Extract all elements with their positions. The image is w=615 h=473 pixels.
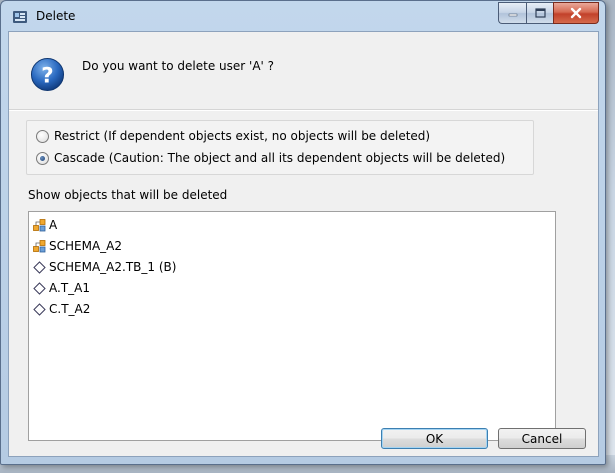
restrict-radio[interactable]: [36, 129, 49, 143]
cascade-label: Cascade (Caution: The object and all its…: [54, 151, 506, 165]
minimize-button[interactable]: [498, 2, 526, 24]
title-bar[interactable]: Delete: [1, 1, 605, 31]
object-label: SCHEMA_A2: [49, 239, 123, 253]
list-item[interactable]: A: [33, 216, 57, 234]
cascade-option[interactable]: Cascade (Caution: The object and all its…: [36, 151, 505, 165]
divider: [9, 109, 598, 111]
maximize-button[interactable]: [526, 2, 553, 24]
confirmation-question: Do you want to delete user 'A' ?: [82, 59, 275, 73]
cascade-radio[interactable]: [36, 151, 49, 165]
objects-list-label: Show objects that will be deleted: [28, 188, 228, 202]
object-label: SCHEMA_A2.TB_1 (B): [49, 260, 177, 274]
minimize-icon: [508, 13, 517, 17]
list-item[interactable]: SCHEMA_A2: [33, 237, 122, 255]
schema-icon: [33, 218, 46, 231]
app-icon: [13, 11, 27, 23]
object-label: A: [49, 218, 58, 232]
restrict-label: Restrict (If dependent objects exist, no…: [54, 129, 431, 143]
delete-dialog: Delete ? Do you want to delete user 'A' …: [0, 0, 606, 465]
object-label: C.T_A2: [49, 302, 91, 316]
objects-list[interactable]: A SCHEMA_A2 SCHEMA_A2.TB_1 (B) A.T_A1 C.…: [28, 211, 556, 441]
diamond-icon: [33, 281, 46, 295]
restrict-option[interactable]: Restrict (If dependent objects exist, no…: [36, 129, 430, 143]
list-item[interactable]: SCHEMA_A2.TB_1 (B): [33, 258, 176, 276]
close-button[interactable]: [553, 2, 599, 24]
schema-icon: [33, 239, 46, 252]
dialog-body: ? Do you want to delete user 'A' ? Restr…: [8, 31, 599, 457]
diamond-icon: [33, 260, 46, 274]
window-title: Delete: [36, 9, 76, 23]
close-icon: [570, 7, 582, 19]
maximize-icon: [534, 8, 546, 18]
question-icon: ?: [30, 57, 65, 92]
ok-button[interactable]: OK: [381, 428, 488, 449]
delete-mode-group: Restrict (If dependent objects exist, no…: [26, 120, 534, 175]
object-label: A.T_A1: [49, 281, 90, 295]
list-item[interactable]: C.T_A2: [33, 300, 90, 318]
list-item[interactable]: A.T_A1: [33, 279, 90, 297]
svg-text:?: ?: [41, 63, 53, 88]
window-controls: [498, 2, 599, 24]
cancel-button[interactable]: Cancel: [498, 428, 586, 449]
diamond-icon: [33, 302, 46, 316]
